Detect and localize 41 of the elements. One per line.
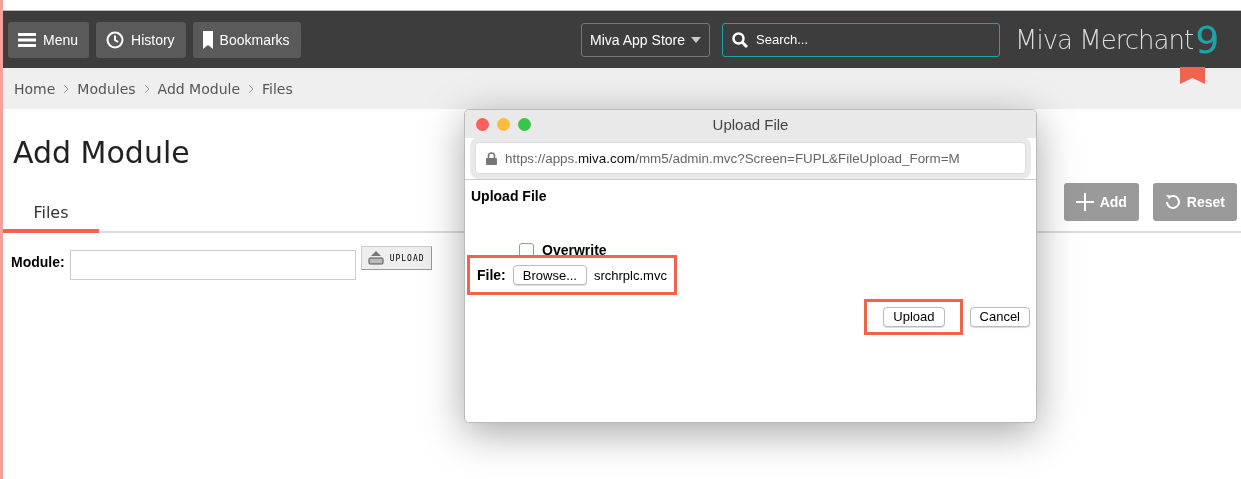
store-dropdown[interactable]: Miva App Store bbox=[581, 22, 710, 57]
maximize-icon[interactable] bbox=[518, 117, 531, 131]
dialog-button[interactable]: Upload bbox=[883, 306, 945, 327]
logo-text: Miva Merchant bbox=[1015, 24, 1194, 55]
clock-icon bbox=[106, 30, 125, 49]
upload-button[interactable]: UPLOAD bbox=[360, 246, 432, 270]
reset-icon bbox=[1164, 194, 1181, 210]
plus-icon bbox=[1075, 193, 1094, 211]
chevron-icon bbox=[63, 83, 70, 94]
breadcrumb-link[interactable]: Files bbox=[262, 80, 293, 97]
minimize-icon[interactable] bbox=[497, 117, 510, 131]
module-field[interactable] bbox=[69, 250, 356, 280]
url-text: https://apps.miva.com/mm5/admin.mvc?Screen=FUPL&FileUpload_Form=M bbox=[505, 150, 960, 166]
overwrite-checkbox[interactable] bbox=[519, 242, 534, 258]
browse-button[interactable]: Browse... bbox=[512, 265, 587, 285]
chevron-icon bbox=[248, 83, 254, 94]
bookmark-icon bbox=[202, 30, 213, 49]
field-label: File: bbox=[477, 267, 506, 283]
checkbox-label: Overwrite bbox=[542, 242, 607, 258]
dialog-heading: Upload File bbox=[471, 188, 548, 204]
window-title: Upload File bbox=[712, 115, 789, 133]
toolbar-button[interactable]: History bbox=[96, 21, 186, 58]
search-field[interactable]: Search... bbox=[722, 22, 1000, 57]
file-name: srchrplc.mvc bbox=[593, 267, 667, 283]
menu-icon bbox=[18, 32, 36, 47]
toolbar-button[interactable]: Bookmarks bbox=[192, 21, 301, 58]
breadcrumb-link[interactable]: Modules bbox=[77, 80, 136, 97]
field-label: Module: bbox=[11, 254, 65, 270]
upload-icon bbox=[367, 251, 384, 265]
breadcrumb-link[interactable]: Add Module bbox=[157, 80, 240, 97]
logo-mark: 9 bbox=[1195, 20, 1220, 59]
close-icon[interactable] bbox=[476, 117, 489, 131]
dialog-button[interactable]: Cancel bbox=[969, 306, 1030, 327]
page-title: Add Module bbox=[13, 134, 190, 172]
lock-icon bbox=[486, 151, 497, 165]
caret-icon bbox=[691, 36, 701, 43]
search-icon bbox=[732, 31, 748, 48]
chevron-icon bbox=[143, 83, 150, 94]
toolbar-button[interactable]: Menu bbox=[8, 21, 90, 58]
breadcrumb-link[interactable]: Home bbox=[14, 80, 56, 97]
tab[interactable]: Files bbox=[3, 195, 99, 233]
